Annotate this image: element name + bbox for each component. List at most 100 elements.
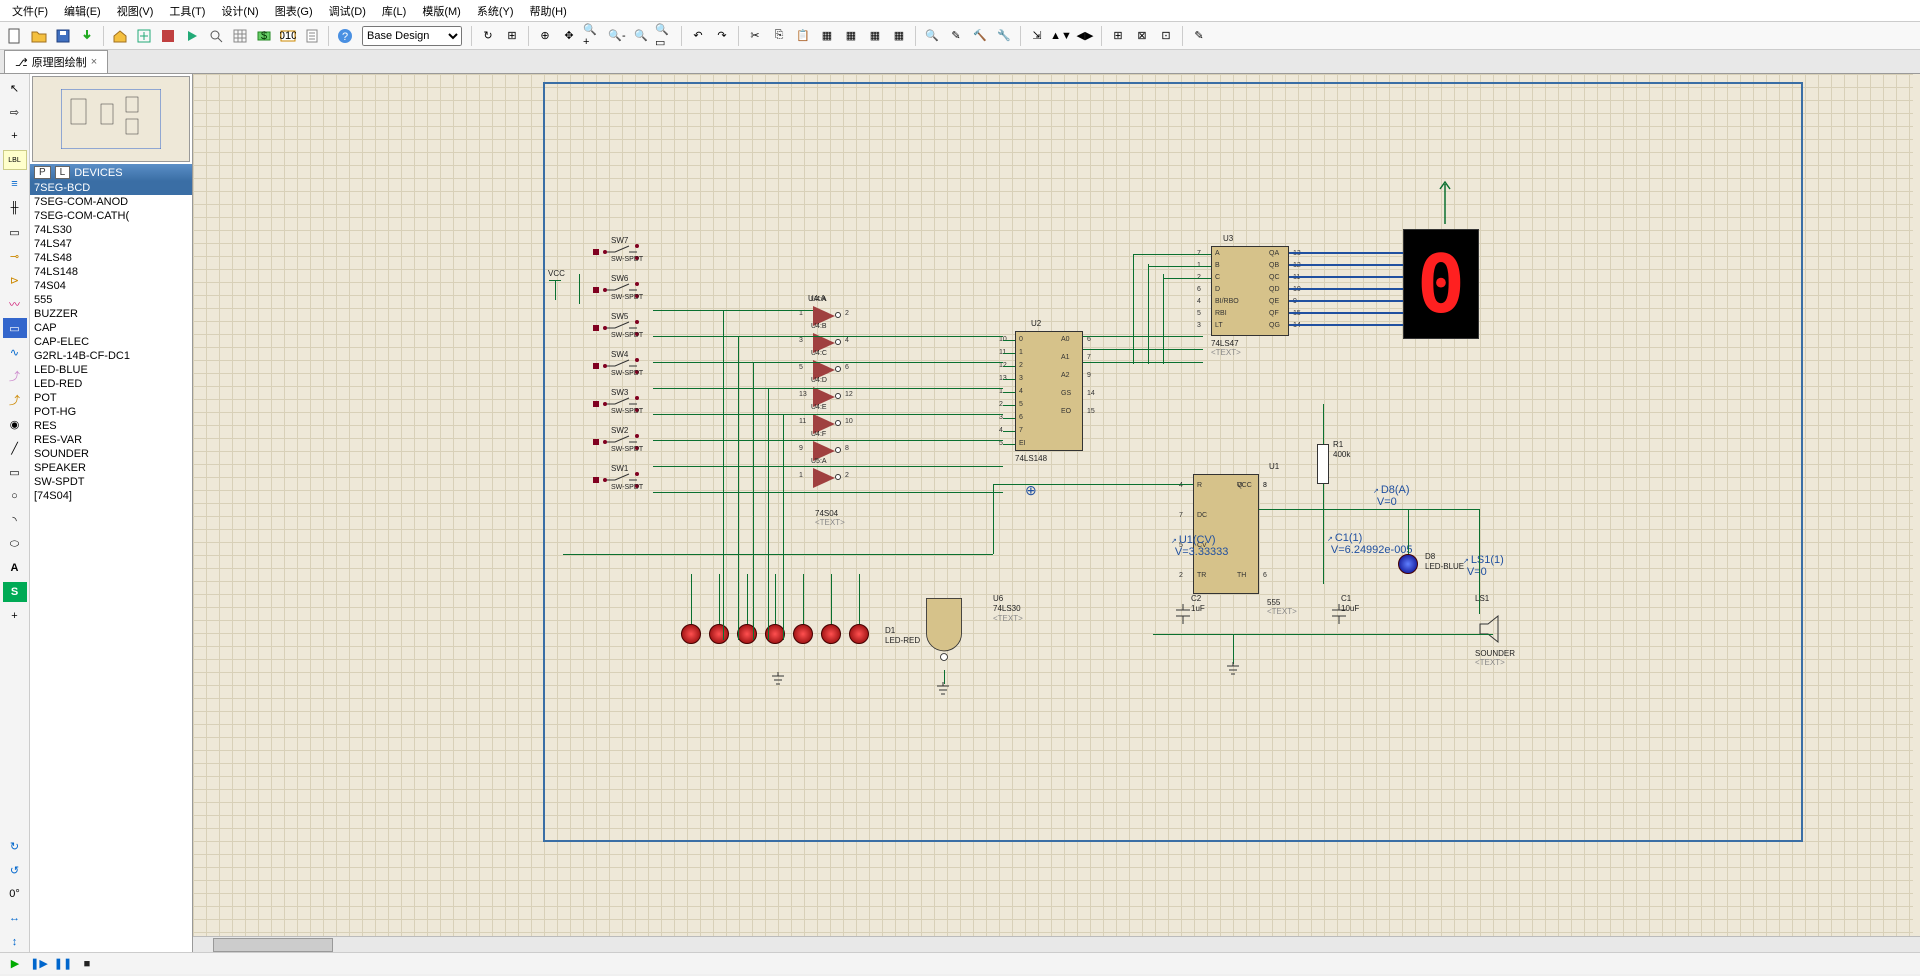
search-icon[interactable] (205, 25, 227, 47)
menu-help[interactable]: 帮助(H) (522, 3, 575, 19)
flip-icon[interactable]: ◀▶ (1074, 25, 1096, 47)
probe-c1[interactable]: ↗ C1(1) V=6.24992e-005 (1327, 532, 1413, 556)
instrument-icon[interactable]: ◉ (3, 414, 27, 434)
menu-template[interactable]: 模版(M) (414, 3, 469, 19)
group-icon[interactable]: ⊡ (1155, 25, 1177, 47)
device-item[interactable]: CAP-ELEC (30, 335, 192, 349)
redo-icon[interactable]: ↷ (711, 25, 733, 47)
step-icon[interactable]: ❚▶ (30, 955, 48, 973)
zoom-area-icon[interactable]: 🔍▭ (654, 25, 676, 47)
led-red-0[interactable] (681, 624, 701, 644)
schematic-icon[interactable] (133, 25, 155, 47)
play-icon[interactable]: ▶ (6, 955, 24, 973)
save-icon[interactable] (52, 25, 74, 47)
block-rotate-icon[interactable]: ▦ (864, 25, 886, 47)
rotate-ccw-icon[interactable]: ↺ (3, 860, 27, 880)
origin-icon[interactable]: ⊕ (534, 25, 556, 47)
paste-icon[interactable]: 📋 (792, 25, 814, 47)
device-item[interactable]: 7SEG-COM-ANOD (30, 195, 192, 209)
menu-file[interactable]: 文件(F) (4, 3, 56, 19)
probe-u1cv[interactable]: ↗ U1(CV) V=3.33333 (1171, 534, 1228, 558)
device-item[interactable]: LED-BLUE (30, 363, 192, 377)
menu-chart[interactable]: 图表(G) (267, 3, 321, 19)
zoom-fit-icon[interactable]: 🔍 (630, 25, 652, 47)
pick-device-button[interactable]: P (34, 166, 51, 179)
led-red-1[interactable] (709, 624, 729, 644)
export-icon[interactable]: ⇲ (1026, 25, 1048, 47)
menu-design[interactable]: 设计(N) (213, 3, 266, 19)
generator-icon[interactable]: ∿ (3, 342, 27, 362)
device-item[interactable]: POT-HG (30, 405, 192, 419)
pan-icon[interactable]: ✥ (558, 25, 580, 47)
block-move-icon[interactable]: ▦ (840, 25, 862, 47)
inverter-u5:a[interactable] (813, 468, 835, 488)
verify-icon[interactable]: 🔨 (969, 25, 991, 47)
mirror-icon[interactable]: ▲▼ (1050, 25, 1072, 47)
sounder-ls1[interactable] (1475, 614, 1505, 647)
device-item[interactable]: POT (30, 391, 192, 405)
toggle-grid-icon[interactable]: ⊞ (501, 25, 523, 47)
pcb-icon[interactable] (157, 25, 179, 47)
gate-u6[interactable] (919, 594, 969, 664)
open-file-icon[interactable] (28, 25, 50, 47)
graph-icon[interactable]: 〰 (3, 294, 27, 314)
probe-d8a[interactable]: ↗ D8(A) V=0 (1373, 484, 1410, 508)
probe-v-icon[interactable]: ⤴ (3, 366, 27, 386)
device-item[interactable]: 74LS48 (30, 251, 192, 265)
arc-2d-icon[interactable]: ◝ (3, 510, 27, 530)
device-item[interactable]: RES-VAR (30, 433, 192, 447)
text-script-icon[interactable]: ≡ (3, 174, 27, 194)
import-icon[interactable] (76, 25, 98, 47)
new-file-icon[interactable] (4, 25, 26, 47)
device-item[interactable]: 7SEG-COM-CATH( (30, 209, 192, 223)
led-d8[interactable] (1398, 554, 1418, 574)
device-item[interactable]: 555 (30, 293, 192, 307)
zoom-in-icon[interactable]: 🔍+ (582, 25, 604, 47)
schematic-canvas[interactable]: VCC SW7 SW-SPDT SW6 SW-SPDT SW5 SW-SPDT … (193, 74, 1920, 936)
circle-2d-icon[interactable]: ○ (3, 486, 27, 506)
scrollbar-thumb[interactable] (213, 938, 333, 952)
capacitor-c2[interactable] (1173, 604, 1193, 627)
rotate-cw-icon[interactable]: ↻ (3, 836, 27, 856)
distribute-icon[interactable]: ⊠ (1131, 25, 1153, 47)
find-icon[interactable]: 🔍 (921, 25, 943, 47)
close-tab-icon[interactable]: × (91, 56, 97, 68)
select-mode-icon[interactable]: ↖ (3, 78, 27, 98)
device-item[interactable]: G2RL-14B-CF-DC1 (30, 349, 192, 363)
device-item[interactable]: SPEAKER (30, 461, 192, 475)
compile-icon[interactable]: 🔧 (993, 25, 1015, 47)
menu-library[interactable]: 库(L) (374, 3, 414, 19)
undo-icon[interactable]: ↶ (687, 25, 709, 47)
stop-icon[interactable]: ■ (78, 955, 96, 973)
menu-view[interactable]: 视图(V) (109, 3, 162, 19)
menu-edit[interactable]: 编辑(E) (56, 3, 109, 19)
device-item[interactable]: 74LS47 (30, 237, 192, 251)
menu-debug[interactable]: 调试(D) (321, 3, 374, 19)
device-item[interactable]: BUZZER (30, 307, 192, 321)
device-item[interactable]: SOUNDER (30, 447, 192, 461)
bus-mode-icon[interactable]: ╫ (3, 198, 27, 218)
replace-icon[interactable]: ✎ (945, 25, 967, 47)
flip-v-icon[interactable]: ↕ (3, 932, 27, 952)
library-button[interactable]: L (55, 166, 71, 179)
marker-icon[interactable]: + (3, 606, 27, 626)
flip-h-icon[interactable]: ↔ (3, 908, 27, 928)
zoom-out-icon[interactable]: 🔍- (606, 25, 628, 47)
home-icon[interactable] (109, 25, 131, 47)
device-item[interactable]: 74LS148 (30, 265, 192, 279)
overview-thumbnail[interactable] (32, 76, 190, 162)
doc-icon[interactable] (301, 25, 323, 47)
path-2d-icon[interactable]: ⬭ (3, 534, 27, 554)
line-2d-icon[interactable]: ╱ (3, 438, 27, 458)
device-item[interactable]: SW-SPDT (30, 475, 192, 489)
resistor-r1[interactable] (1317, 444, 1329, 484)
run-icon[interactable] (181, 25, 203, 47)
pause-icon[interactable]: ❚❚ (54, 955, 72, 973)
device-item[interactable]: RES (30, 419, 192, 433)
device-pin-icon[interactable]: ⊳ (3, 270, 27, 290)
probe-ls1[interactable]: ↗ LS1(1) V=0 (1463, 554, 1504, 578)
menu-tools[interactable]: 工具(T) (161, 3, 213, 19)
device-item[interactable]: LED-RED (30, 377, 192, 391)
label-mode-icon[interactable]: LBL (3, 150, 27, 170)
menu-system[interactable]: 系统(Y) (469, 3, 522, 19)
